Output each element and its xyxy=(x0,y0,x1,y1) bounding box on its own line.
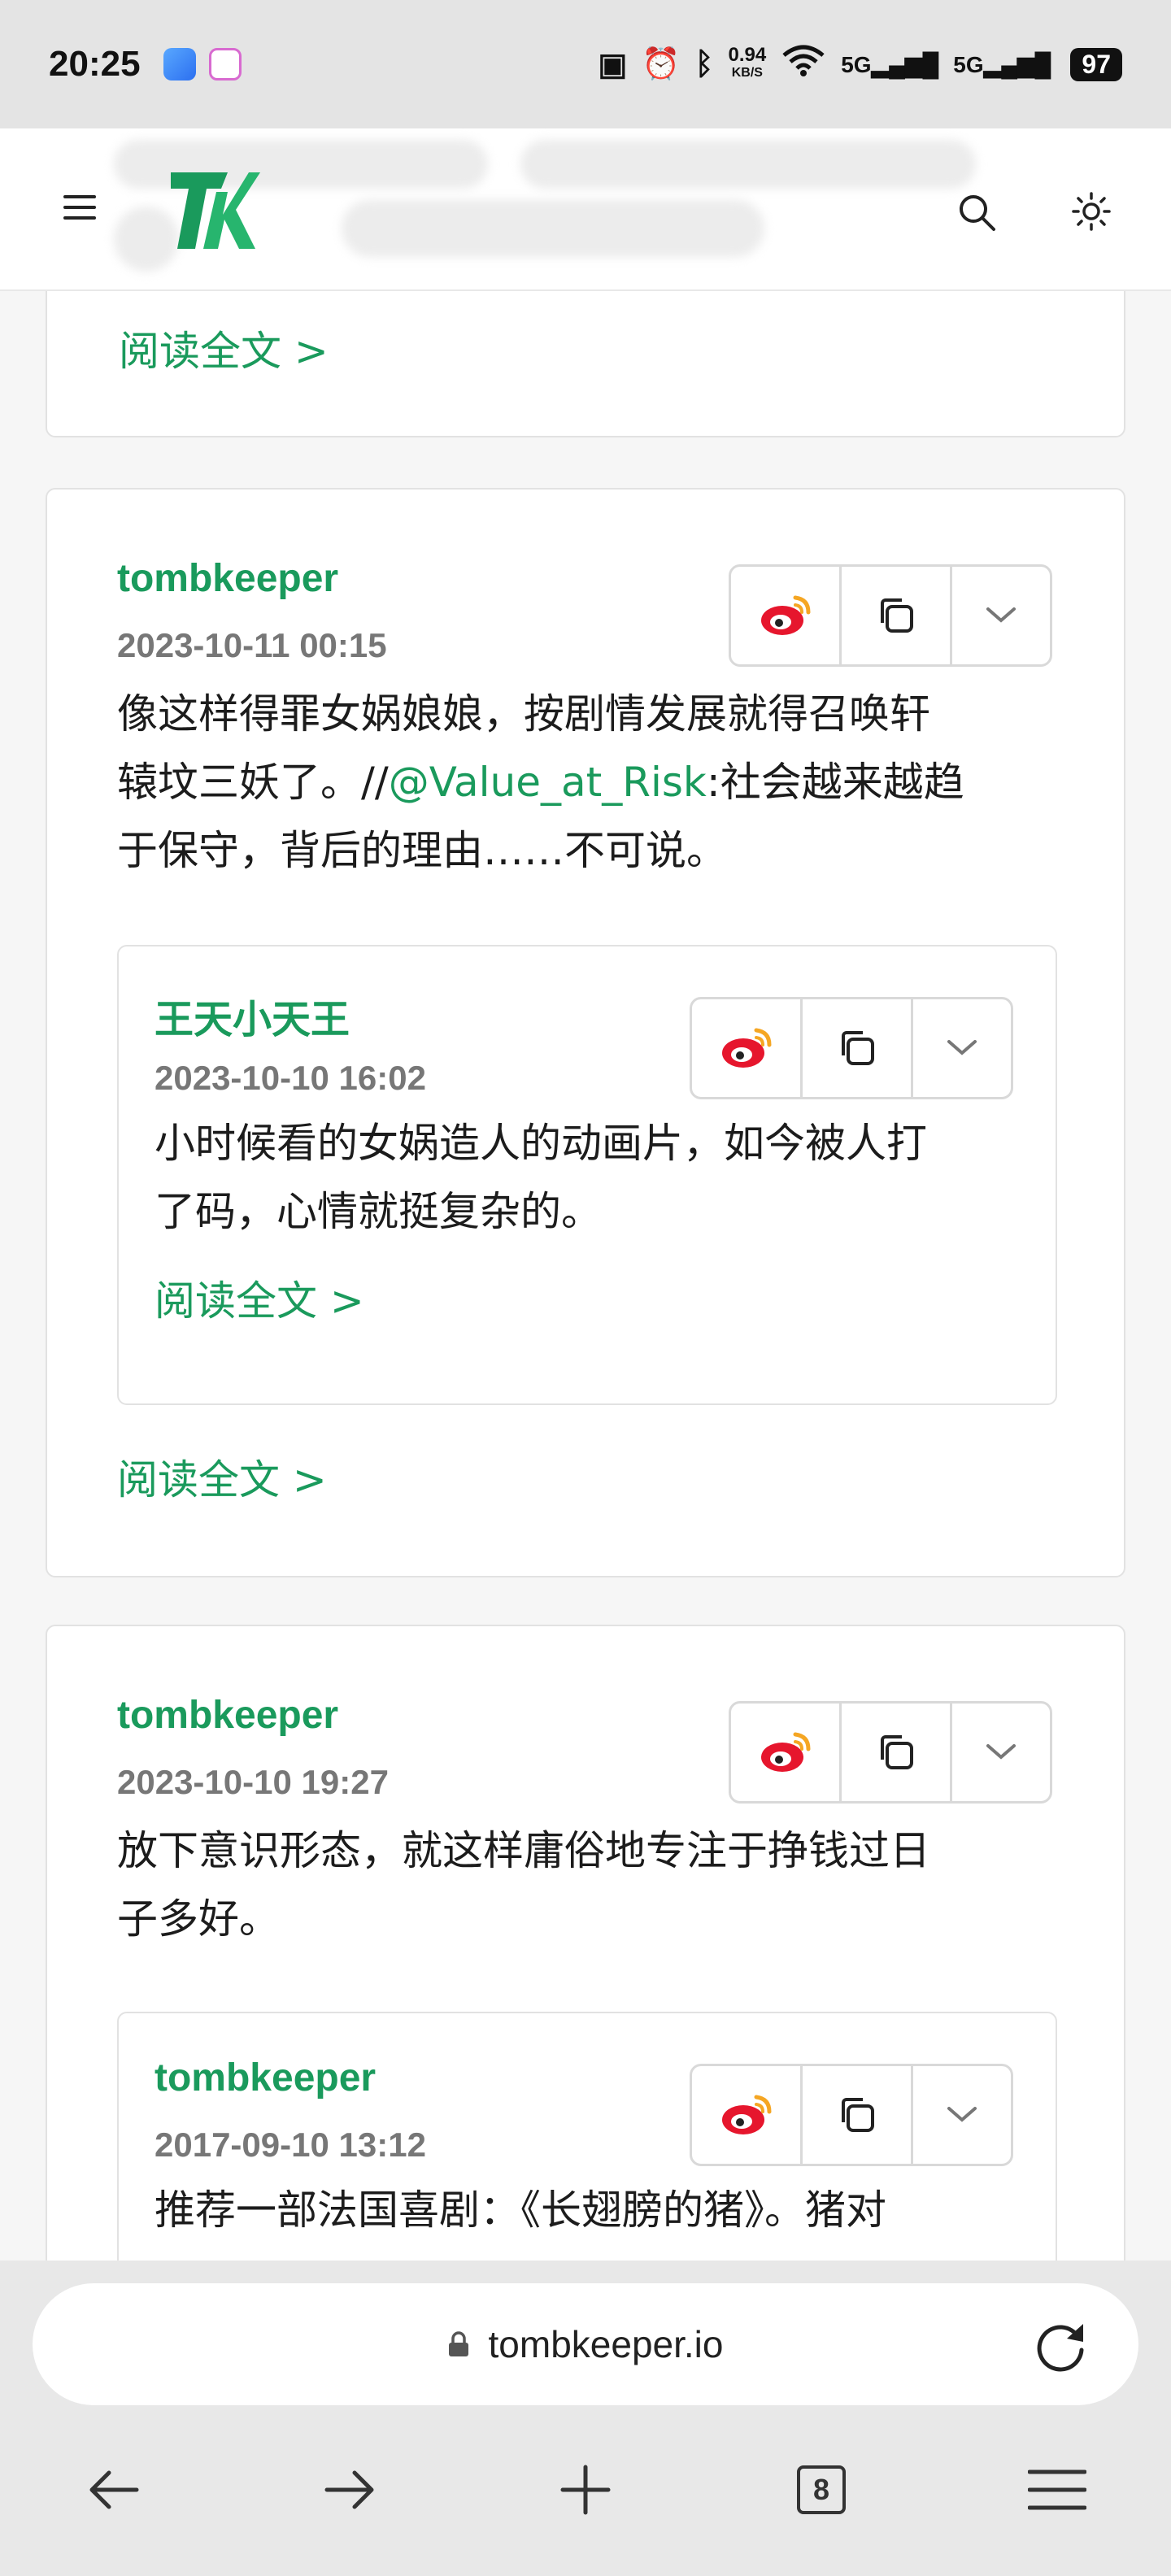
signal-icon: 5G▂▄▆█ xyxy=(953,51,1051,77)
weibo-share-button[interactable] xyxy=(692,2066,803,2164)
weibo-icon xyxy=(721,2095,771,2134)
post-date[interactable]: 2023-10-10 19:27 xyxy=(117,1763,389,1802)
new-tab-button[interactable] xyxy=(545,2449,626,2530)
alarm-icon: ⏰ xyxy=(642,47,681,81)
more-options-button[interactable] xyxy=(952,1704,1050,1801)
quoted-action-group xyxy=(690,997,1013,1099)
weibo-share-button[interactable] xyxy=(692,999,803,1097)
plus-icon xyxy=(560,2465,611,2515)
browser-bottom-nav: 8 xyxy=(0,2407,1171,2576)
site-header xyxy=(0,128,1171,291)
post-action-group xyxy=(729,1701,1052,1804)
quoted-action-group xyxy=(690,2064,1013,2166)
signal-icon: 5G▂▄▆█ xyxy=(841,51,939,77)
copy-icon xyxy=(880,598,913,633)
post-card: tombkeeper 2023-10-10 19:27 放下意识形态，就这样庸俗… xyxy=(46,1625,1125,2261)
weibo-icon xyxy=(721,1028,771,1068)
blurred-region xyxy=(114,140,488,189)
weibo-share-button[interactable] xyxy=(731,1704,842,1801)
nfc-icon: ▣ xyxy=(598,47,628,82)
status-app-icons xyxy=(163,48,242,80)
net-speed: 0.94 KB/S xyxy=(728,44,767,80)
browser-url-area: tombkeeper.io xyxy=(0,2261,1171,2407)
post-card: tombkeeper 2023-10-11 00:15 像这样得罪女娲娘娘，按剧… xyxy=(46,488,1125,1577)
theme-toggle-icon[interactable] xyxy=(1070,190,1112,233)
copy-button[interactable] xyxy=(803,2066,913,2164)
bluetooth-icon: ᛒ xyxy=(694,46,714,81)
quoted-date[interactable]: 2023-10-10 16:02 xyxy=(155,1059,426,1098)
back-button[interactable] xyxy=(73,2449,155,2530)
copy-button[interactable] xyxy=(842,1704,952,1801)
chevron-down-icon xyxy=(947,1040,977,1055)
forward-button[interactable] xyxy=(309,2449,390,2530)
quoted-author[interactable]: 王天小天王 xyxy=(155,987,350,1044)
blurred-region xyxy=(520,140,976,189)
copy-button[interactable] xyxy=(842,567,952,664)
status-time: 20:25 xyxy=(49,44,141,84)
url-text[interactable]: tombkeeper.io xyxy=(489,2322,724,2366)
tabs-button[interactable]: 8 xyxy=(781,2449,862,2530)
quoted-author[interactable]: tombkeeper xyxy=(155,2056,376,2100)
wifi-icon xyxy=(781,44,826,85)
post-content: 像这样得罪女娲娘娘，按剧情发展就得召唤轩 辕坟三妖了。//@Value_at_R… xyxy=(117,690,964,874)
blurred-region xyxy=(342,200,764,257)
post-author[interactable]: tombkeeper xyxy=(117,1693,338,1738)
tab-count-badge: 8 xyxy=(797,2465,846,2514)
blurred-region xyxy=(114,207,179,272)
arrow-left-icon xyxy=(89,2470,139,2509)
more-options-button[interactable] xyxy=(913,2066,1011,2164)
more-options-button[interactable] xyxy=(952,567,1050,664)
url-bar[interactable]: tombkeeper.io xyxy=(33,2283,1138,2405)
quoted-post: 王天小天王 2023-10-10 16:02 小时候看的女娲造人的动画片，如今被… xyxy=(117,945,1057,1405)
read-more-link[interactable]: 阅读全文 > xyxy=(117,1447,327,1506)
weibo-share-button[interactable] xyxy=(731,567,842,664)
more-options-button[interactable] xyxy=(913,999,1011,1097)
app-notification-icon xyxy=(208,48,242,80)
read-more-link[interactable]: 阅读全文 > xyxy=(155,1268,364,1327)
post-feed: 阅读全文 > tombkeeper 2023-10-11 00:15 像这样得罪… xyxy=(0,291,1171,2261)
menu-icon xyxy=(1028,2469,1086,2510)
weibo-icon xyxy=(760,595,810,635)
weibo-icon xyxy=(760,1732,810,1772)
read-more-link[interactable]: 阅读全文 > xyxy=(119,319,329,377)
post-author[interactable]: tombkeeper xyxy=(117,556,338,601)
reload-icon[interactable] xyxy=(1033,2317,1090,2374)
app-notification-icon xyxy=(163,48,196,80)
search-icon[interactable] xyxy=(956,192,997,233)
copy-icon xyxy=(841,2098,874,2132)
arrow-right-icon xyxy=(324,2470,374,2509)
lock-icon xyxy=(448,2331,468,2356)
post-content: 放下意识形态，就这样庸俗地专注于挣钱过日 子多好。 xyxy=(117,1827,930,1943)
copy-icon xyxy=(841,1031,874,1065)
status-bar: 20:25 ▣ ⏰ ᛒ 0.94 KB/S 5G▂▄▆█ 5G▂▄▆█ 97 xyxy=(0,0,1171,128)
mention-link[interactable]: @Value_at_Risk xyxy=(389,759,707,806)
quoted-date[interactable]: 2017-09-10 13:12 xyxy=(155,2126,426,2165)
chevron-down-icon xyxy=(947,2107,977,2122)
quoted-content: 推荐一部法国喜剧：《长翅膀的猪》。猪对 xyxy=(155,2187,886,2234)
browser-menu-button[interactable] xyxy=(1016,2449,1098,2530)
post-date[interactable]: 2023-10-11 00:15 xyxy=(117,626,387,665)
copy-button[interactable] xyxy=(803,999,913,1097)
status-indicators: ▣ ⏰ ᛒ 0.94 KB/S 5G▂▄▆█ 5G▂▄▆█ 97 xyxy=(598,44,1122,85)
copy-icon xyxy=(880,1735,913,1769)
quoted-content: 小时候看的女娲造人的动画片，如今被人打 了码，心情就挺复杂的。 xyxy=(155,1120,927,1235)
site-logo[interactable] xyxy=(171,168,260,252)
post-card: 阅读全文 > xyxy=(46,291,1125,437)
chevron-down-icon xyxy=(986,1744,1016,1760)
post-action-group xyxy=(729,564,1052,667)
chevron-down-icon xyxy=(986,607,1016,623)
menu-icon[interactable] xyxy=(63,195,96,223)
quoted-post: tombkeeper 2017-09-10 13:12 推荐一部法国喜剧：《长翅… xyxy=(117,2012,1057,2261)
battery-indicator: 97 xyxy=(1070,47,1122,81)
